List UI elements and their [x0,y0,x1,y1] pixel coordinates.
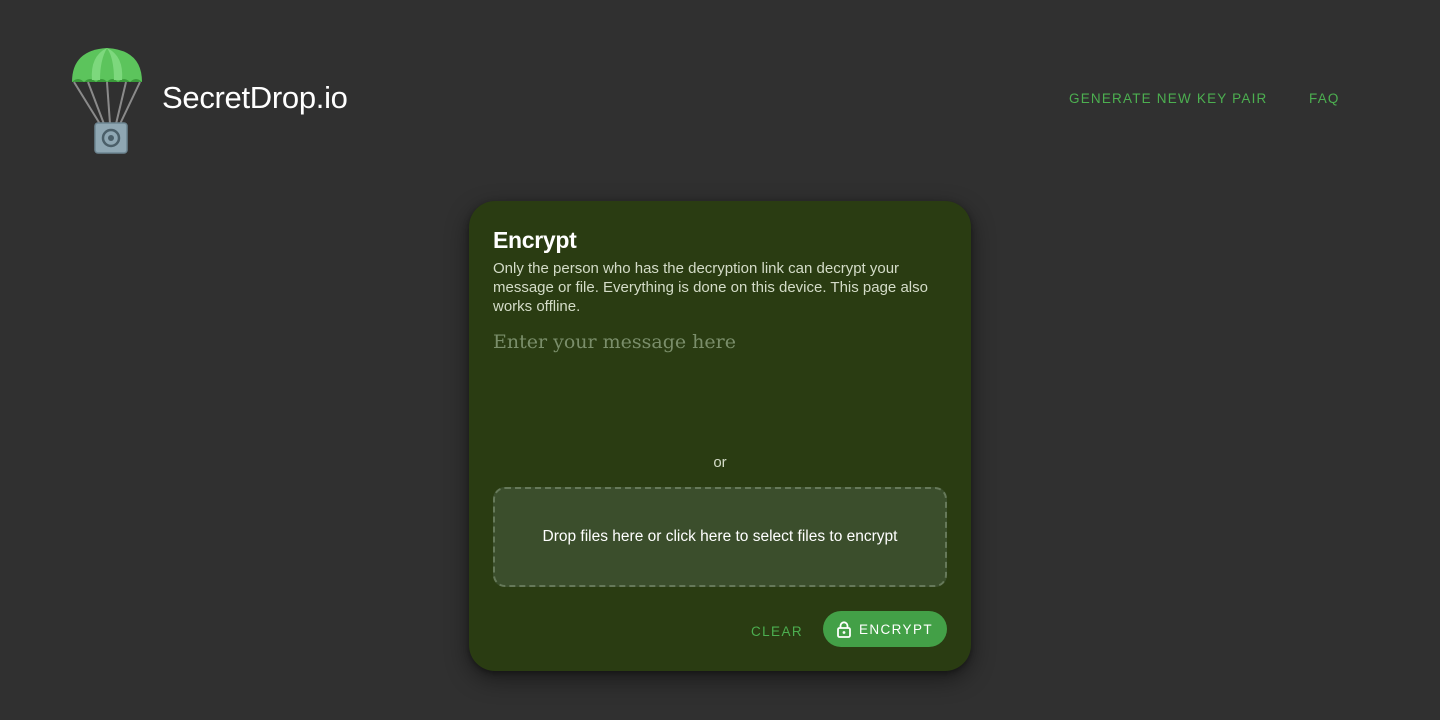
card-description: Only the person who has the decryption l… [493,260,928,315]
or-separator: or [713,454,727,471]
clear-button-label: CLEAR [751,623,804,639]
lock-icon [837,620,851,638]
encrypt-button[interactable]: ENCRYPT [823,611,947,647]
card-title: Encrypt [493,227,577,253]
nav-faq-link[interactable]: FAQ [1309,91,1340,106]
brand-name[interactable]: SecretDrop.io [162,80,348,116]
encrypt-button-label: ENCRYPT [858,621,934,637]
parachute-logo-icon[interactable] [70,46,144,158]
dropzone-label: Drop files here or click here to select … [542,528,898,545]
page: SecretDrop.io GENERATE NEW KEY PAIR FAQ … [0,0,1440,720]
nav-generate-key-pair-link[interactable]: GENERATE NEW KEY PAIR [1069,91,1268,106]
clear-button[interactable]: CLEAR [743,613,811,649]
message-input[interactable] [493,329,947,443]
encrypt-card: Encrypt Only the person who has the decr… [469,201,971,671]
file-dropzone[interactable]: Drop files here or click here to select … [493,487,947,587]
